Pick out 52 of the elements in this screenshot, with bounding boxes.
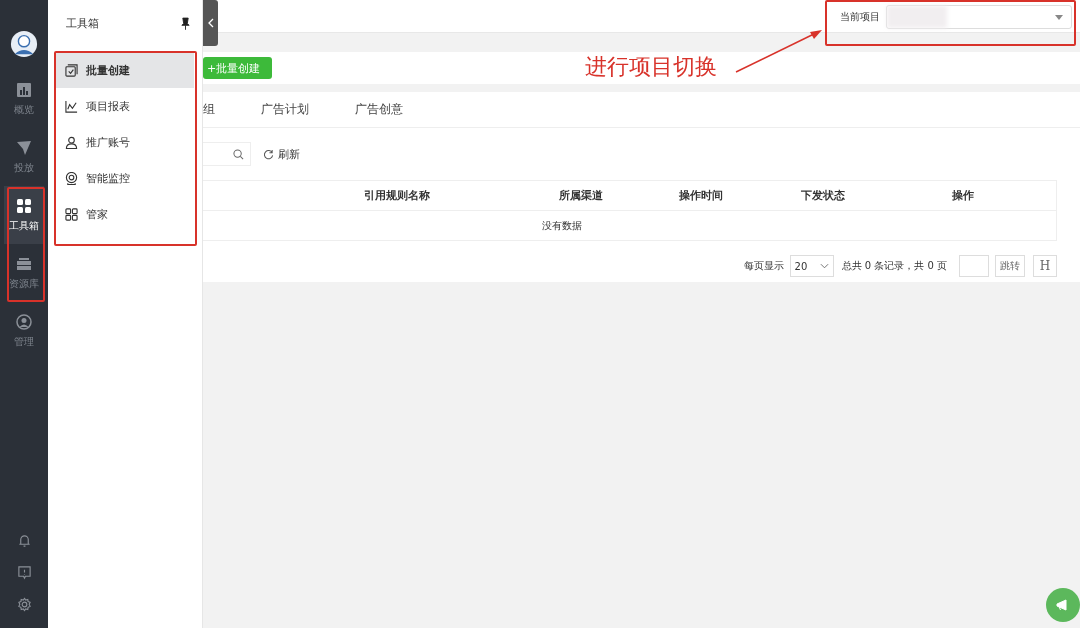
apps-icon (65, 207, 78, 221)
rail-item[interactable]: 投放 (4, 128, 44, 186)
rail-item[interactable]: 资源库 (4, 244, 44, 302)
tab[interactable]: 广告创意 (355, 101, 403, 118)
per-page-select[interactable]: 20 (789, 255, 834, 277)
last-page-button[interactable]: H (1033, 255, 1057, 277)
page-input[interactable] (959, 255, 989, 277)
user-icon (16, 313, 32, 330)
checked-square-icon (65, 63, 78, 77)
announcement-button[interactable] (1046, 588, 1080, 622)
caret-icon (1055, 14, 1063, 20)
drawer-item[interactable]: 项目报表 (56, 88, 194, 124)
per-page-label: 每页显示 (743, 259, 784, 273)
tab[interactable]: 广告计划 (261, 101, 309, 118)
project-label: 当前项目 (840, 10, 880, 24)
column-header: 引用规则名称 (363, 188, 431, 203)
drawer-item[interactable]: 管家 (56, 196, 194, 232)
settings-icon[interactable] (16, 597, 32, 612)
annotation-text: 进行项目切换 (585, 53, 717, 81)
column-header: 下发状态 (800, 188, 846, 203)
page-summary: 总共 0 条记录，共 0 页 (841, 259, 947, 273)
chevron-down-icon (819, 263, 829, 269)
grid-icon (16, 197, 32, 214)
drawer-item[interactable]: 批量创建 (56, 52, 194, 88)
drawer-title: 工具箱 (66, 15, 99, 31)
rail-item[interactable]: 工具箱 (4, 186, 44, 244)
bell-icon[interactable] (16, 533, 32, 548)
refresh-icon (263, 148, 274, 160)
drawer-item[interactable]: 智能监控 (56, 160, 194, 196)
drawer-item[interactable]: 推广账号 (56, 124, 194, 160)
avatar[interactable] (10, 30, 38, 58)
message-icon[interactable] (16, 565, 32, 580)
paper-plane-icon (16, 139, 32, 156)
column-header: 操作 (951, 188, 975, 203)
line-chart-icon (65, 99, 78, 113)
column-header: 操作时间 (678, 188, 724, 203)
rail-item[interactable]: 管理 (4, 302, 44, 360)
bar-chart-icon (16, 81, 32, 98)
stack-icon (16, 255, 32, 272)
person-icon (65, 135, 78, 149)
camera-icon (65, 171, 78, 185)
collapse-button[interactable] (203, 0, 218, 46)
refresh-button[interactable]: 刷新 (263, 146, 300, 162)
jump-button[interactable]: 跳转 (995, 255, 1025, 277)
column-header: 所属渠道 (558, 188, 603, 203)
pin-icon[interactable] (181, 16, 190, 30)
chevron-left-icon (206, 17, 215, 29)
tab[interactable]: 组 (203, 101, 215, 118)
rail-item[interactable]: 概览 (4, 70, 44, 128)
empty-message: 没有数据 (542, 218, 582, 233)
search-field[interactable] (203, 142, 251, 166)
search-icon (233, 148, 244, 160)
